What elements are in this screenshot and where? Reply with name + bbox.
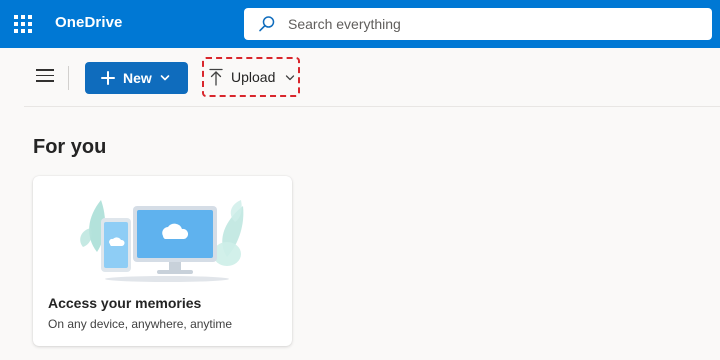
memories-card[interactable]: Access your memories On any device, anyw… [33,176,292,346]
search-placeholder: Search everything [288,16,401,32]
plus-icon [101,71,115,85]
toolbar-divider [68,66,69,90]
upload-button[interactable]: Upload [206,63,298,93]
devices-illustration [80,200,244,282]
upload-button-label: Upload [231,69,276,85]
new-button-label: New [123,70,152,86]
section-title: For you [33,136,107,158]
card-title: Access your memories [48,295,202,311]
chevron-down-icon [160,75,170,81]
app-header: OneDrive Search everything [0,0,720,48]
command-bar: New Upload [24,48,720,107]
search-input[interactable]: Search everything [244,8,712,40]
upload-arrow-icon [209,68,223,86]
app-title[interactable]: OneDrive [55,14,123,31]
new-button[interactable]: New [85,62,188,94]
chevron-down-icon [285,75,295,81]
card-subtitle: On any device, anywhere, anytime [48,317,233,331]
search-icon [259,16,275,32]
waffle-icon[interactable] [14,15,32,33]
hamburger-icon[interactable] [36,69,54,83]
